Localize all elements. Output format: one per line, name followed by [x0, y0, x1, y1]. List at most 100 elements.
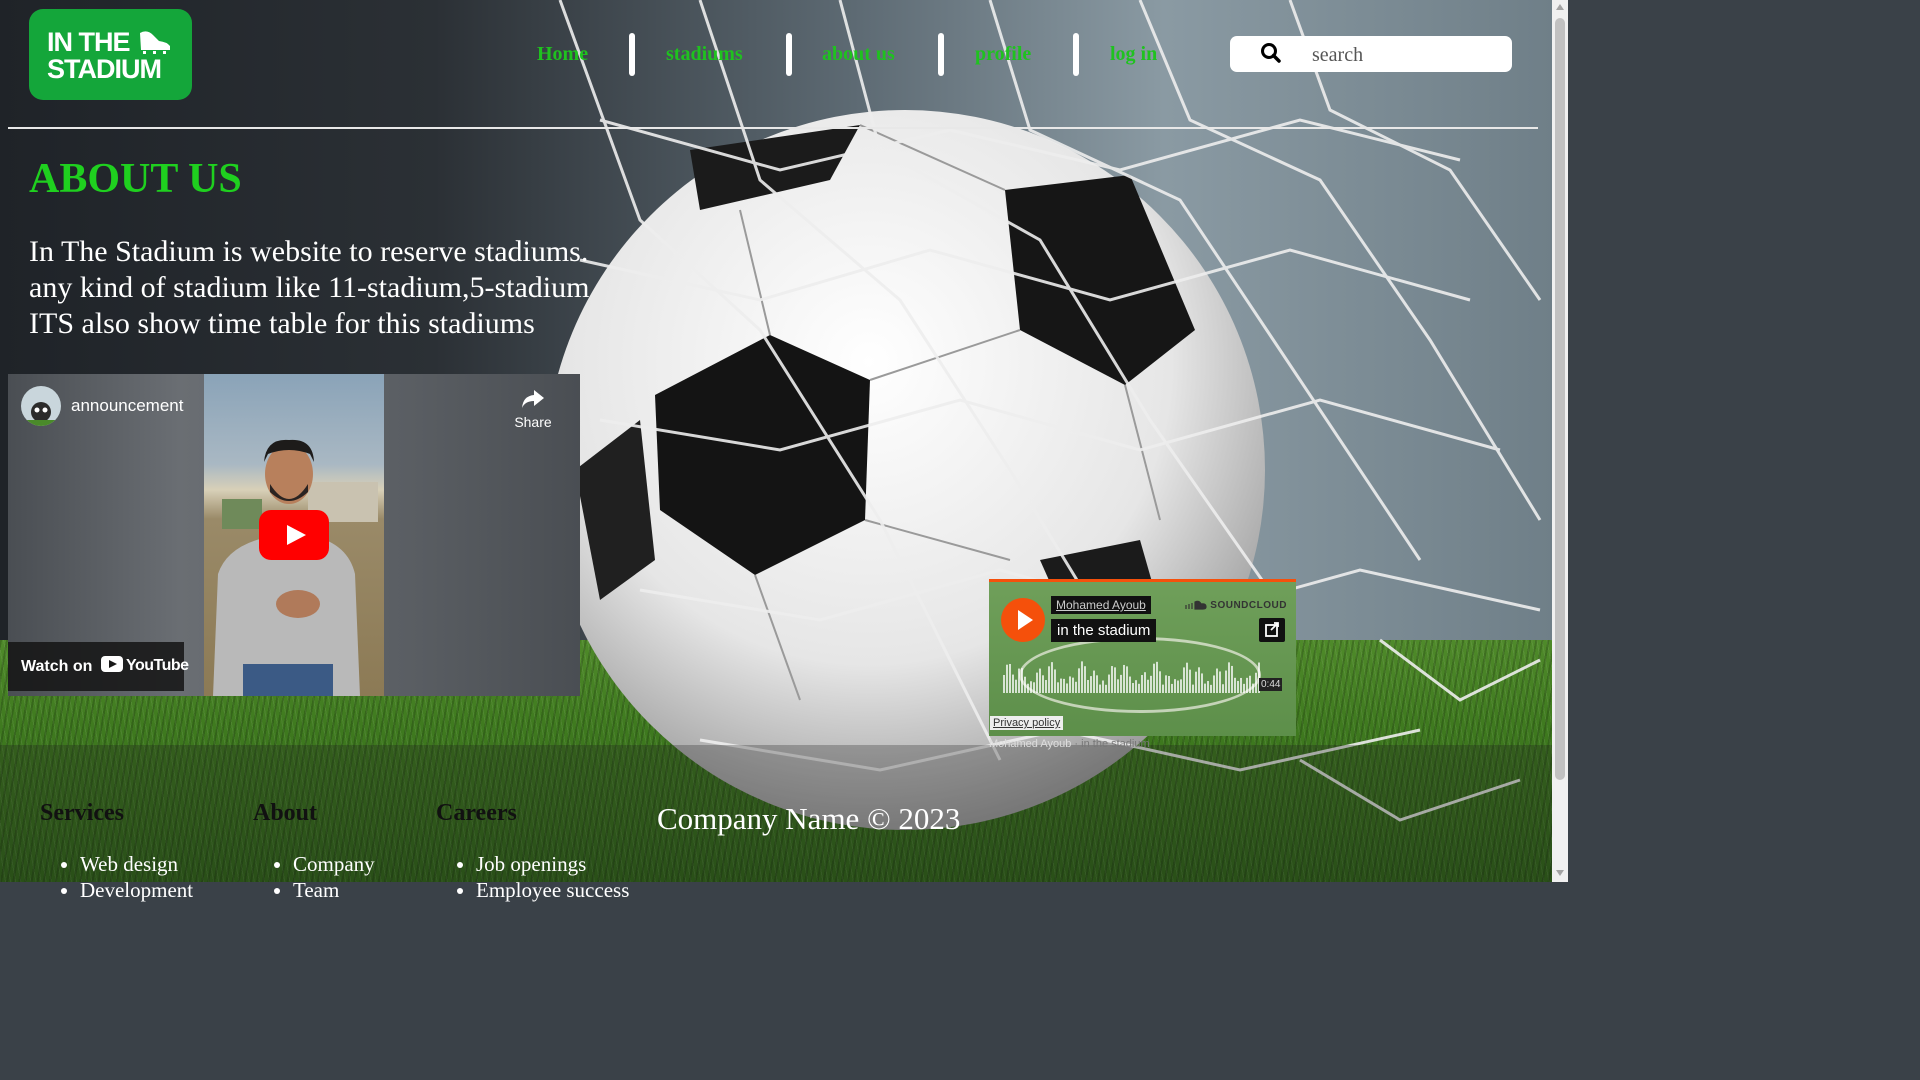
boot-icon: [140, 31, 170, 54]
waveform-bar: [1162, 684, 1164, 693]
footer-heading: Careers: [436, 800, 517, 826]
waveform-bar: [1153, 663, 1155, 693]
scrollbar-thumb[interactable]: [1555, 18, 1565, 780]
waveform-bar: [1156, 661, 1158, 693]
waveform-bar: [1237, 680, 1239, 693]
waveform-bar: [1228, 662, 1230, 693]
nav-profile[interactable]: profile: [975, 43, 1031, 66]
share-icon: [522, 390, 544, 408]
waveform[interactable]: [1003, 657, 1261, 697]
waveform-bar: [1033, 682, 1035, 693]
caption-artist-link[interactable]: Mohamed Ayoub: [989, 738, 1071, 750]
waveform-bar: [1123, 664, 1125, 693]
caption-track-link[interactable]: in the stadium: [1081, 738, 1149, 750]
waveform-bar: [1141, 675, 1143, 693]
waveform-bar: [1030, 681, 1032, 693]
page-scrollbar[interactable]: [1552, 0, 1568, 882]
soundcloud-play-button[interactable]: [1001, 598, 1045, 642]
copyright-text: Company Name © 2023: [657, 801, 961, 836]
waveform-bar: [1144, 672, 1146, 693]
youtube-logo-icon: [101, 656, 123, 672]
waveform-bar: [1249, 675, 1251, 693]
waveform-bar: [1183, 667, 1185, 693]
footer-link-employee-success[interactable]: Employee success: [476, 877, 629, 903]
site-logo[interactable]: IN THE STADIUM: [29, 9, 192, 100]
waveform-bar: [1066, 683, 1068, 693]
nav-home[interactable]: Home: [537, 43, 588, 66]
waveform-bar: [1201, 673, 1203, 693]
nav-separator: [629, 33, 635, 76]
scroll-down-icon[interactable]: [1556, 870, 1564, 876]
waveform-bar: [1231, 665, 1233, 693]
footer-link-team[interactable]: Team: [293, 877, 375, 903]
footer-link-development[interactable]: Development: [80, 877, 193, 903]
search-icon[interactable]: [1260, 42, 1282, 64]
soundcloud-share-button[interactable]: [1259, 618, 1285, 642]
soundcloud-brand-label: SOUNDCLOUD: [1210, 600, 1287, 611]
nav-separator: [938, 33, 944, 76]
waveform-bar: [1117, 679, 1119, 693]
waveform-bar: [1216, 668, 1218, 693]
scroll-up-icon[interactable]: [1556, 4, 1564, 10]
waveform-bar: [1246, 677, 1248, 693]
privacy-policy-link[interactable]: Privacy policy: [990, 716, 1064, 730]
waveform-bar: [1192, 684, 1194, 693]
play-button[interactable]: [259, 510, 329, 560]
waveform-bar: [1177, 680, 1179, 693]
external-share-icon: [1265, 622, 1279, 637]
waveform-bar: [1255, 672, 1257, 693]
video-title[interactable]: announcement: [71, 396, 183, 416]
waveform-bar: [1063, 678, 1065, 693]
waveform-bar: [1006, 664, 1008, 693]
waveform-bar: [1222, 684, 1224, 693]
waveform-bar: [1009, 663, 1011, 693]
search-input[interactable]: [1310, 40, 1504, 70]
header-divider: [8, 127, 1538, 129]
waveform-bar: [1069, 676, 1071, 693]
footer-link-job-openings[interactable]: Job openings: [476, 851, 629, 877]
soundcloud-track-title[interactable]: in the stadium: [1051, 619, 1157, 642]
waveform-bar: [1051, 662, 1053, 693]
waveform-bar: [1165, 675, 1167, 693]
soundcloud-artist-link[interactable]: Mohamed Ayoub: [1051, 596, 1151, 614]
waveform-bar: [1186, 662, 1188, 693]
waveform-bar: [1021, 668, 1023, 693]
footer-about: About Company Team: [253, 800, 375, 903]
waveform-bar: [1195, 671, 1197, 693]
footer-link-company[interactable]: Company: [293, 851, 375, 877]
waveform-bar: [1243, 683, 1245, 693]
waveform-bar: [1027, 683, 1029, 693]
nav-about-us[interactable]: about us: [822, 43, 895, 66]
waveform-bar: [1015, 679, 1017, 693]
waveform-bar: [1105, 684, 1107, 693]
soundcloud-embed[interactable]: Mohamed Ayoub in the stadium SOUNDCLOUD …: [989, 579, 1296, 736]
nav-log-in[interactable]: log in: [1110, 43, 1157, 66]
nav-stadiums[interactable]: stadiums: [666, 43, 743, 66]
watch-on-youtube-button[interactable]: Watch on YouTube: [8, 642, 189, 691]
waveform-bar: [1198, 667, 1200, 693]
footer-link-web-design[interactable]: Web design: [80, 851, 193, 877]
waveform-bar: [1102, 680, 1104, 693]
soundcloud-cloud-icon: [1185, 601, 1207, 610]
waveform-bar: [1150, 675, 1152, 693]
footer-heading: Services: [40, 800, 124, 826]
waveform-bar: [1060, 678, 1062, 693]
waveform-bar: [1096, 675, 1098, 693]
soundcloud-brand[interactable]: SOUNDCLOUD: [1185, 600, 1287, 611]
youtube-brand: YouTube: [126, 657, 189, 674]
waveform-bar: [1075, 681, 1077, 693]
waveform-bar: [1018, 668, 1020, 693]
track-duration: 0:44: [1259, 678, 1283, 691]
waveform-bar: [1138, 683, 1140, 693]
about-line: In The Stadium is website to reserve sta…: [29, 235, 589, 268]
waveform-bar: [1090, 676, 1092, 693]
channel-avatar[interactable]: [21, 386, 61, 426]
youtube-embed[interactable]: announcement Share Watch on YouTube: [8, 374, 580, 696]
waveform-bar: [1174, 679, 1176, 693]
waveform-bar: [1048, 666, 1050, 693]
waveform-bar: [1012, 674, 1014, 693]
waveform-bar: [1045, 680, 1047, 693]
about-description: In The Stadium is website to reserve sta…: [29, 234, 619, 342]
waveform-bar: [1252, 683, 1254, 693]
share-button[interactable]: Share: [506, 388, 560, 430]
